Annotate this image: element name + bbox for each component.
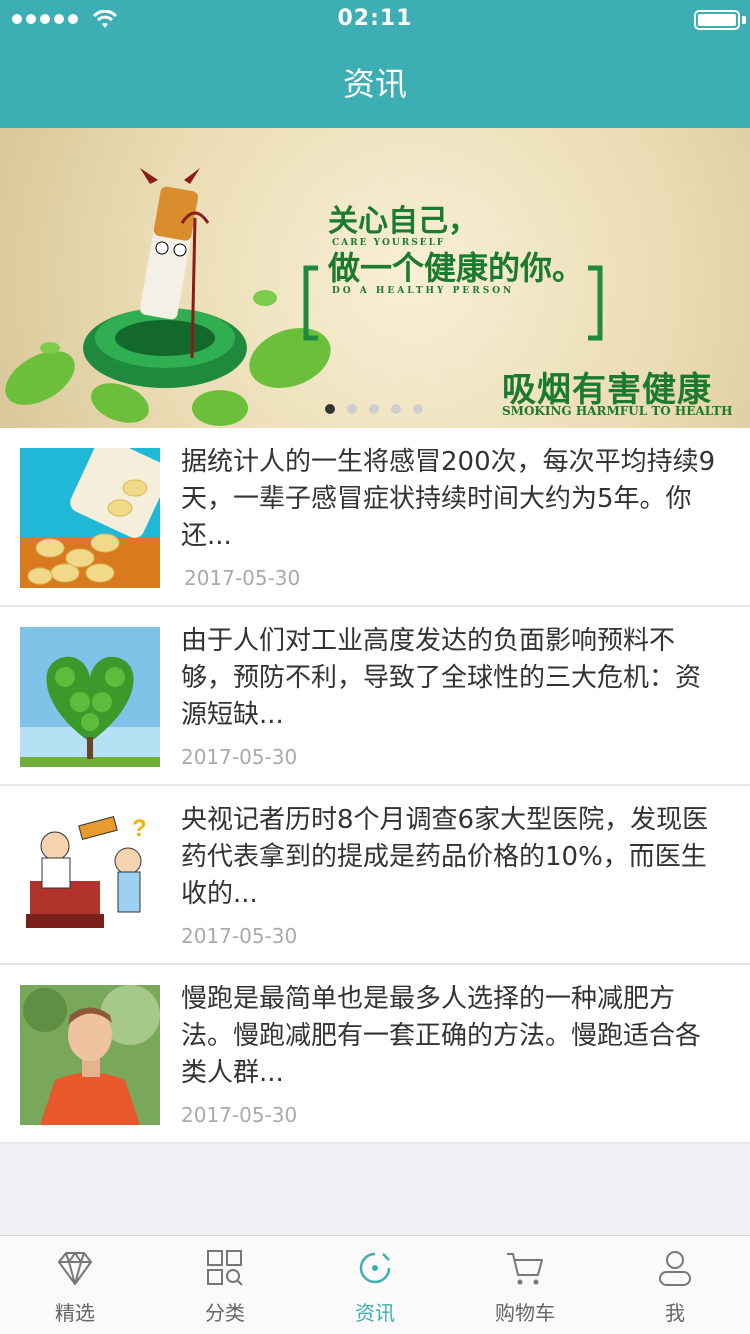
banner-pagination[interactable] xyxy=(325,404,423,414)
diamond-icon xyxy=(58,1252,92,1285)
list-item[interactable]: 由于人们对工业高度发达的负面影响预料不够，预防不利，导致了全球性的三大危机：资源… xyxy=(0,607,750,786)
tab-news[interactable]: 资讯 xyxy=(300,1236,450,1334)
news-icon xyxy=(359,1252,391,1284)
status-time: 02:11 xyxy=(337,6,413,31)
list-item[interactable]: ? 央视记者历时8个月调查6家大型医院，发现医药代表拿到的提成是药品价格的10%… xyxy=(0,786,750,965)
promo-banner[interactable]: 关心自己， CARE YOURSELF 做一个健康的你。 DO A HEALTH… xyxy=(0,128,750,428)
pagination-dot[interactable] xyxy=(325,404,335,414)
tab-label: 精选 xyxy=(55,1301,95,1325)
tab-cart[interactable]: 购物车 xyxy=(450,1236,600,1334)
article-title: 据统计人的一生将感冒200次，每次平均持续9天，一辈子感冒症状持续时间大约为5年… xyxy=(181,447,716,551)
bottom-tab-bar: 精选 分类 资讯 购物车 我 xyxy=(0,1235,750,1334)
article-date: 2017-05-30 xyxy=(181,1103,298,1127)
heart-tree-thumbnail xyxy=(20,627,160,767)
tab-categories[interactable]: 分类 xyxy=(150,1236,300,1334)
tab-me[interactable]: 我 xyxy=(600,1236,750,1334)
tab-label: 分类 xyxy=(205,1301,245,1325)
svg-text:?: ? xyxy=(132,815,147,842)
battery-icon xyxy=(694,10,740,30)
person-icon xyxy=(659,1251,691,1286)
list-item[interactable]: 慢跑是最简单也是最多人选择的一种减肥方法。慢跑减肥有一套正确的方法。慢跑适合各类… xyxy=(0,965,750,1144)
pagination-dot[interactable] xyxy=(413,404,423,414)
news-list: 据统计人的一生将感冒200次，每次平均持续9天，一辈子感冒症状持续时间大约为5年… xyxy=(0,428,750,1144)
tab-label: 资讯 xyxy=(355,1301,395,1325)
pagination-dot[interactable] xyxy=(391,404,401,414)
article-title: 慢跑是最简单也是最多人选择的一种减肥方法。慢跑减肥有一套正确的方法。慢跑适合各类… xyxy=(181,984,702,1088)
slogan-line-1: 关心自己， xyxy=(328,204,478,239)
pagination-dot[interactable] xyxy=(369,404,379,414)
page-title: 资讯 xyxy=(0,40,750,128)
slogan-sub-2: DO A HEALTHY PERSON xyxy=(332,286,515,296)
article-date: 2017-05-30 xyxy=(184,566,301,590)
tab-featured[interactable]: 精选 xyxy=(0,1236,150,1334)
status-bar: 02:11 xyxy=(0,0,750,40)
article-title: 由于人们对工业高度发达的负面影响预料不够，预防不利，导致了全球性的三大危机：资源… xyxy=(181,626,702,730)
banner-warning-en: SMOKING HARMFUL TO HEALTH xyxy=(502,404,733,418)
cart-icon xyxy=(507,1253,543,1285)
article-date: 2017-05-30 xyxy=(181,745,298,769)
category-search-icon xyxy=(207,1250,243,1286)
list-item[interactable]: 据统计人的一生将感冒200次，每次平均持续9天，一辈子感冒症状持续时间大约为5年… xyxy=(0,428,750,607)
slogan-sub-1: CARE YOURSELF xyxy=(332,238,446,248)
article-title: 央视记者历时8个月调查6家大型医院，发现医药代表拿到的提成是药品价格的10%，而… xyxy=(181,805,709,909)
tab-label: 购物车 xyxy=(495,1301,555,1325)
pagination-dot[interactable] xyxy=(347,404,357,414)
banner-slogan: 关心自己， CARE YOURSELF 做一个健康的你。 DO A HEALTH… xyxy=(328,204,585,297)
cartoon-doctor-thumbnail: ? xyxy=(20,806,160,946)
article-date: 2017-05-30 xyxy=(181,924,298,948)
tab-label: 我 xyxy=(665,1301,685,1325)
pills-thumbnail xyxy=(20,448,160,588)
runner-thumbnail xyxy=(20,985,160,1125)
slogan-line-2: 做一个健康的你。 xyxy=(328,249,585,287)
